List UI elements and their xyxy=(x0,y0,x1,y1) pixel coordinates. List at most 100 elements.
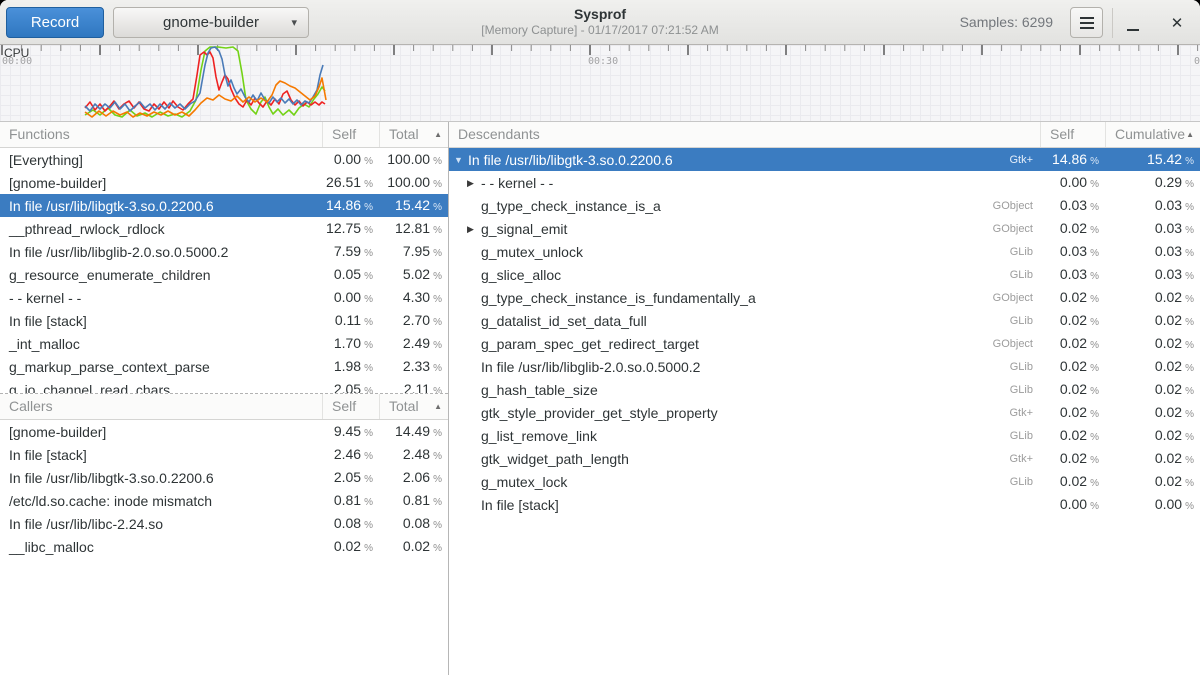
table-row[interactable]: /etc/ld.so.cache: inode mismatch0.81%0.8… xyxy=(0,489,448,512)
record-button[interactable]: Record xyxy=(6,7,104,38)
row-name: gtk_widget_path_lengthGtk+ xyxy=(449,447,1040,472)
percent-sign: % xyxy=(1185,202,1194,213)
capture-subtitle: [Memory Capture] - 01/17/2017 07:21:52 A… xyxy=(300,23,900,38)
function-name: g_type_check_instance_is_fundamentally_a xyxy=(481,287,756,310)
row-name: g_mutex_lockGLib xyxy=(449,470,1040,495)
tree-row[interactable]: g_type_check_instance_is_aGObject0.03%0.… xyxy=(449,194,1200,217)
row-self-value: 9.45 xyxy=(334,423,361,439)
expander-closed-icon[interactable]: ▶ xyxy=(467,172,481,195)
table-row[interactable]: __libc_malloc0.02%0.02% xyxy=(0,535,448,558)
tree-row[interactable]: g_datalist_id_set_data_fullGLib0.02%0.02… xyxy=(449,309,1200,332)
column-header-total-label: Total xyxy=(389,122,419,147)
row-total: 2.49% xyxy=(379,332,448,357)
sysprof-window: Record gnome-builder ▾ Sysprof [Memory C… xyxy=(0,0,1200,675)
tree-row[interactable]: gtk_widget_path_lengthGtk+0.02%0.02% xyxy=(449,447,1200,470)
row-cumulative: 0.29% xyxy=(1105,171,1200,196)
table-row[interactable]: _int_malloc1.70%2.49% xyxy=(0,332,448,355)
row-self: 0.02% xyxy=(322,535,379,560)
row-self: 14.86% xyxy=(322,194,379,219)
row-name: In file /usr/lib/libgtk-3.so.0.2200.6 xyxy=(0,194,322,219)
expander-open-icon[interactable]: ▼ xyxy=(454,149,468,172)
row-self: 0.02% xyxy=(1040,217,1105,242)
row-total-value: 2.49 xyxy=(403,335,430,351)
row-self: 0.02% xyxy=(1040,401,1105,426)
row-name: g_slice_allocGLib xyxy=(449,263,1040,288)
row-total-value: 2.11 xyxy=(404,381,430,394)
table-row[interactable]: In file /usr/lib/libc-2.24.so0.08%0.08% xyxy=(0,512,448,535)
function-name: [Everything] xyxy=(9,149,83,172)
tree-row[interactable]: g_type_check_instance_is_fundamentally_a… xyxy=(449,286,1200,309)
column-header-total[interactable]: Total ▲ xyxy=(379,122,448,147)
tree-row[interactable]: ▼In file /usr/lib/libgtk-3.so.0.2200.6Gt… xyxy=(449,148,1200,171)
close-button[interactable]: ✕ xyxy=(1160,7,1194,38)
table-row[interactable]: g_io_channel_read_chars2.05%2.11% xyxy=(0,378,448,394)
percent-sign: % xyxy=(364,428,373,439)
row-total-value: 4.30 xyxy=(403,289,430,305)
process-selector-dropdown[interactable]: gnome-builder ▾ xyxy=(113,7,309,38)
table-row[interactable]: In file /usr/lib/libgtk-3.so.0.2200.614.… xyxy=(0,194,448,217)
row-self-value: 0.03 xyxy=(1060,197,1087,213)
menu-button[interactable] xyxy=(1070,7,1103,38)
row-total-value: 14.49 xyxy=(395,423,430,439)
function-name: g_signal_emit xyxy=(481,218,567,241)
percent-sign: % xyxy=(364,202,373,213)
column-header-self[interactable]: Self xyxy=(322,122,379,147)
app-title: Sysprof xyxy=(300,5,900,23)
column-header-total[interactable]: Total ▲ xyxy=(379,394,448,419)
function-name: __libc_malloc xyxy=(9,536,94,559)
column-header-self[interactable]: Self xyxy=(322,394,379,419)
row-self-value: 0.00 xyxy=(1060,174,1087,190)
headerbar-separator xyxy=(1112,8,1113,38)
tree-row[interactable]: In file [stack]0.00%0.00% xyxy=(449,493,1200,516)
percent-sign: % xyxy=(433,386,442,394)
table-row[interactable]: In file /usr/lib/libgtk-3.so.0.2200.62.0… xyxy=(0,466,448,489)
percent-sign: % xyxy=(1090,202,1099,213)
table-row[interactable]: [gnome-builder]9.45%14.49% xyxy=(0,420,448,443)
table-row[interactable]: - - kernel - -0.00%4.30% xyxy=(0,286,448,309)
tree-row[interactable]: g_list_remove_linkGLib0.02%0.02% xyxy=(449,424,1200,447)
tree-row[interactable]: ▶- - kernel - -0.00%0.29% xyxy=(449,171,1200,194)
row-self-value: 0.02 xyxy=(334,538,361,554)
row-total: 2.48% xyxy=(379,443,448,468)
column-header-descendants[interactable]: Descendants xyxy=(449,122,1040,147)
column-header-functions[interactable]: Functions xyxy=(0,122,322,147)
percent-sign: % xyxy=(433,451,442,462)
function-name: In file [stack] xyxy=(9,310,87,333)
tree-row[interactable]: g_param_spec_get_redirect_targetGObject0… xyxy=(449,332,1200,355)
table-row[interactable]: [gnome-builder]26.51%100.00% xyxy=(0,171,448,194)
column-header-cumulative[interactable]: Cumulative ▲ xyxy=(1105,122,1200,147)
percent-sign: % xyxy=(364,474,373,485)
function-name: [gnome-builder] xyxy=(9,421,106,444)
window-title-block: Sysprof [Memory Capture] - 01/17/2017 07… xyxy=(300,5,900,38)
minimize-icon xyxy=(1127,29,1139,31)
table-row[interactable]: g_resource_enumerate_children0.05%5.02% xyxy=(0,263,448,286)
row-total-value: 15.42 xyxy=(395,197,430,213)
expander-closed-icon[interactable]: ▶ xyxy=(467,218,481,241)
percent-sign: % xyxy=(1090,386,1099,397)
table-row[interactable]: g_markup_parse_context_parse1.98%2.33% xyxy=(0,355,448,378)
table-row[interactable]: In file /usr/lib/libglib-2.0.so.0.5000.2… xyxy=(0,240,448,263)
table-row[interactable]: In file [stack]0.11%2.70% xyxy=(0,309,448,332)
percent-sign: % xyxy=(1185,363,1194,374)
row-total: 0.08% xyxy=(379,512,448,537)
column-header-self[interactable]: Self xyxy=(1040,122,1105,147)
row-self-value: 0.02 xyxy=(1060,335,1087,351)
row-name: g_datalist_id_set_data_fullGLib xyxy=(449,309,1040,334)
percent-sign: % xyxy=(433,340,442,351)
minimize-button[interactable] xyxy=(1116,7,1150,38)
functions-table-body: [Everything]0.00%100.00%[gnome-builder]2… xyxy=(0,148,448,394)
table-row[interactable]: __pthread_rwlock_rdlock12.75%12.81% xyxy=(0,217,448,240)
tree-row[interactable]: g_mutex_lockGLib0.02%0.02% xyxy=(449,470,1200,493)
tree-row[interactable]: gtk_style_provider_get_style_propertyGtk… xyxy=(449,401,1200,424)
tree-row[interactable]: ▶g_signal_emitGObject0.02%0.03% xyxy=(449,217,1200,240)
tree-row[interactable]: In file /usr/lib/libglib-2.0.so.0.5000.2… xyxy=(449,355,1200,378)
tree-row[interactable]: g_hash_table_sizeGLib0.02%0.02% xyxy=(449,378,1200,401)
row-self: 0.02% xyxy=(1040,424,1105,449)
column-header-callers[interactable]: Callers xyxy=(0,394,322,419)
table-row[interactable]: In file [stack]2.46%2.48% xyxy=(0,443,448,466)
tree-row[interactable]: g_mutex_unlockGLib0.03%0.03% xyxy=(449,240,1200,263)
cpu-usage-graph[interactable]: CPU 00:0000:3001:00 xyxy=(0,45,1200,122)
percent-sign: % xyxy=(1090,156,1099,167)
tree-row[interactable]: g_slice_allocGLib0.03%0.03% xyxy=(449,263,1200,286)
table-row[interactable]: [Everything]0.00%100.00% xyxy=(0,148,448,171)
